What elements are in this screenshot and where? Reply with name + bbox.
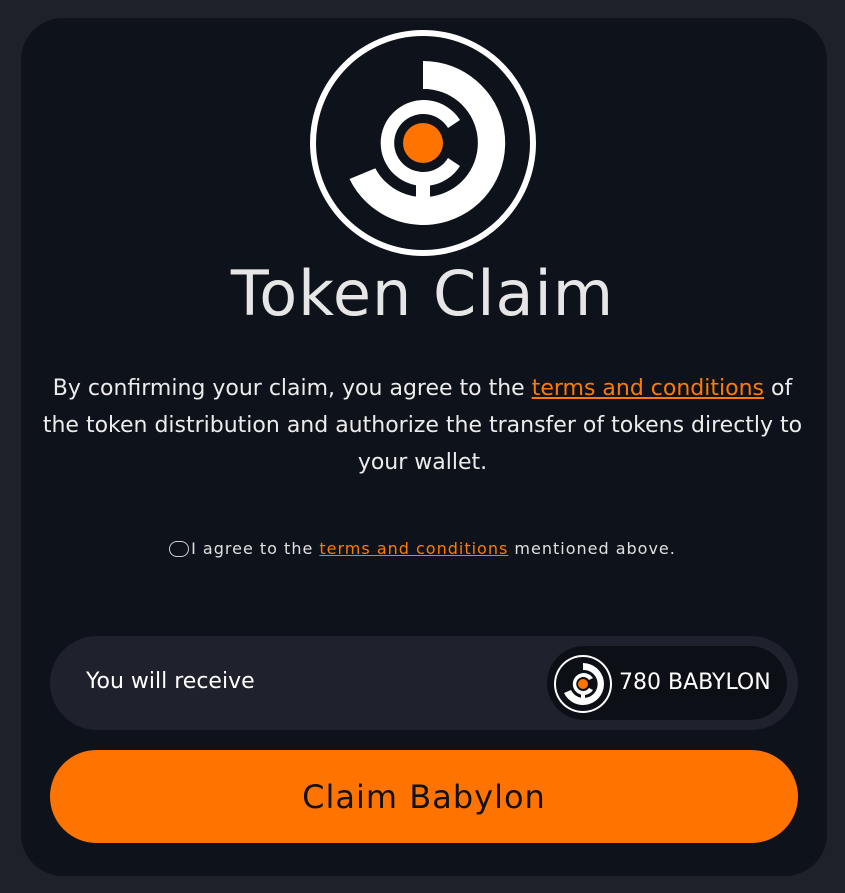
agreement-text-end: mentioned above. bbox=[514, 539, 676, 558]
terms-link[interactable]: terms and conditions bbox=[532, 376, 764, 401]
receive-label: You will receive bbox=[86, 669, 255, 694]
babylon-token-icon bbox=[553, 654, 613, 714]
claim-description: By confirming your claim, you agree to t… bbox=[40, 370, 805, 481]
receive-panel: You will receive 780 BABYLON bbox=[50, 636, 798, 730]
page-title: Token Claim bbox=[230, 257, 615, 330]
agreement-terms-link[interactable]: terms and conditions bbox=[319, 537, 508, 561]
claim-button[interactable]: Claim Babylon bbox=[50, 750, 798, 843]
babylon-logo-icon bbox=[308, 30, 538, 256]
description-text-start: By confirming your claim, you agree to t… bbox=[52, 376, 532, 401]
agree-checkbox[interactable] bbox=[169, 541, 190, 557]
agreement-row: I agree to the terms and conditions ment… bbox=[0, 537, 845, 561]
token-amount: 780 BABYLON bbox=[619, 670, 771, 695]
agreement-text-start: I agree to the bbox=[191, 539, 314, 558]
token-amount-pill: 780 BABYLON bbox=[547, 646, 787, 720]
